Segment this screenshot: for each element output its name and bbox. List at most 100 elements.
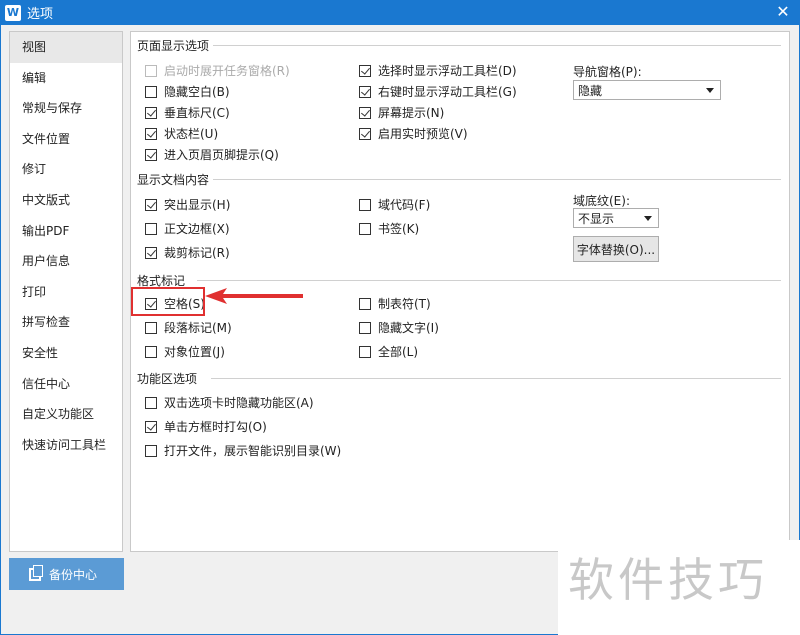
checkbox-box	[359, 127, 371, 140]
sidebar-item-spelling[interactable]: 拼写检查	[10, 307, 122, 338]
section-divider	[211, 179, 781, 180]
section-title-ribbon: 功能区选项	[137, 370, 202, 387]
nav-pane-select[interactable]: 隐藏	[573, 80, 721, 100]
checkbox-hide-whitespace[interactable]: 隐藏空白(B)	[145, 83, 230, 100]
checkbox-paragraph-marks[interactable]: 段落标记(M)	[145, 319, 232, 336]
sidebar-item-general-save[interactable]: 常规与保存	[10, 93, 122, 124]
checkbox-float-toolbar-select[interactable]: 选择时显示浮动工具栏(D)	[359, 62, 517, 79]
checkbox-label: 隐藏空白(B)	[164, 85, 230, 99]
wps-app-icon: W	[5, 4, 21, 21]
sidebar-item-file-location[interactable]: 文件位置	[10, 124, 122, 155]
checkbox-label: 右键时显示浮动工具栏(G)	[378, 85, 517, 99]
checkbox-status-bar[interactable]: 状态栏(U)	[145, 125, 218, 142]
sidebar-item-customize-ribbon[interactable]: 自定义功能区	[10, 399, 122, 430]
checkbox-vertical-ruler[interactable]: 垂直标尺(C)	[145, 104, 230, 121]
checkbox-live-preview[interactable]: 启用实时预览(V)	[359, 125, 468, 142]
checkbox-label: 隐藏文字(I)	[378, 321, 439, 335]
checkbox-label: 正文边框(X)	[164, 222, 230, 236]
checkbox-box	[145, 345, 157, 358]
checkbox-label: 状态栏(U)	[164, 127, 219, 141]
section-divider	[211, 378, 781, 379]
checkbox-label: 裁剪标记(R)	[164, 246, 230, 260]
checkbox-box	[359, 345, 371, 358]
checkbox-label: 启用实时预览(V)	[378, 127, 468, 141]
checkbox-box	[359, 106, 371, 119]
sidebar-item-chinese-layout[interactable]: 中文版式	[10, 185, 122, 216]
backup-center-button[interactable]: 备份中心	[9, 558, 124, 590]
annotation-highlight-box	[131, 287, 205, 316]
sidebar-item-trust-center[interactable]: 信任中心	[10, 369, 122, 400]
sidebar-item-quick-access[interactable]: 快速访问工具栏	[10, 430, 122, 461]
checkbox-label: 制表符(T)	[378, 297, 431, 311]
checkbox-box	[359, 198, 371, 211]
checkbox-field-codes[interactable]: 域代码(F)	[359, 196, 430, 213]
backup-icon	[29, 564, 43, 581]
checkbox-screen-tips[interactable]: 屏幕提示(N)	[359, 104, 444, 121]
field-shading-select[interactable]: 不显示	[573, 208, 659, 228]
checkbox-box	[359, 297, 371, 310]
section-title-doc-content: 显示文档内容	[137, 171, 214, 188]
checkbox-object-anchors[interactable]: 对象位置(J)	[145, 343, 225, 360]
watermark-text: 软件技巧	[568, 553, 768, 607]
checkbox-label: 打开文件，展示智能识别目录(W)	[164, 444, 342, 458]
checkbox-label: 书签(K)	[378, 222, 420, 236]
checkbox-box	[145, 127, 157, 140]
checkbox-box	[145, 148, 157, 161]
section-divider	[197, 280, 781, 281]
checkbox-header-footer-hint[interactable]: 进入页眉页脚提示(Q)	[145, 146, 279, 163]
checkbox-bookmarks[interactable]: 书签(K)	[359, 220, 419, 237]
font-substitution-button[interactable]: 字体替换(O)...	[573, 236, 659, 262]
checkbox-label: 全部(L)	[378, 345, 419, 359]
checkbox-label: 屏幕提示(N)	[378, 106, 445, 120]
checkbox-label: 对象位置(J)	[164, 345, 225, 359]
nav-pane-label: 导航窗格(P):	[573, 65, 642, 79]
section-title-page-display: 页面显示选项	[137, 37, 214, 54]
checkbox-label: 选择时显示浮动工具栏(D)	[378, 64, 517, 78]
checkbox-label: 进入页眉页脚提示(Q)	[164, 148, 279, 162]
close-icon[interactable]: ✕	[774, 3, 792, 21]
checkbox-box	[145, 321, 157, 334]
checkbox-expand-task-pane[interactable]: 启动时展开任务窗格(R)	[145, 62, 290, 79]
checkbox-label: 域代码(F)	[378, 198, 431, 212]
window-title: 选项	[27, 7, 54, 22]
checkbox-box	[145, 106, 157, 119]
annotation-arrow-icon	[205, 288, 303, 304]
chevron-down-icon	[644, 216, 652, 221]
checkbox-box	[145, 222, 157, 235]
checkbox-float-toolbar-rightclick[interactable]: 右键时显示浮动工具栏(G)	[359, 83, 517, 100]
checkbox-box	[359, 85, 371, 98]
checkbox-dblclick-hide-ribbon[interactable]: 双击选项卡时隐藏功能区(A)	[145, 394, 314, 411]
checkbox-box	[145, 198, 157, 211]
checkbox-tab-characters[interactable]: 制表符(T)	[359, 295, 431, 312]
checkbox-label: 段落标记(M)	[164, 321, 232, 335]
sidebar: 视图 编辑 常规与保存 文件位置 修订 中文版式 输出PDF 用户信息 打印 拼…	[9, 31, 123, 552]
checkbox-box	[359, 64, 371, 77]
checkbox-box	[145, 85, 157, 98]
sidebar-item-security[interactable]: 安全性	[10, 338, 122, 369]
nav-pane-value: 隐藏	[578, 83, 603, 98]
checkbox-box	[359, 222, 371, 235]
checkbox-click-box-check[interactable]: 单击方框时打勾(O)	[145, 418, 267, 435]
checkbox-text-boundaries[interactable]: 正文边框(X)	[145, 220, 230, 237]
sidebar-item-print[interactable]: 打印	[10, 277, 122, 308]
checkbox-hidden-text[interactable]: 隐藏文字(I)	[359, 319, 439, 336]
checkbox-box	[359, 321, 371, 334]
chevron-down-icon	[706, 88, 714, 93]
checkbox-highlight[interactable]: 突出显示(H)	[145, 196, 230, 213]
checkbox-box	[145, 444, 157, 457]
checkbox-smart-toc[interactable]: 打开文件，展示智能识别目录(W)	[145, 442, 341, 459]
field-shading-value: 不显示	[578, 211, 615, 226]
sidebar-item-user-info[interactable]: 用户信息	[10, 246, 122, 277]
checkbox-all-marks[interactable]: 全部(L)	[359, 343, 418, 360]
sidebar-item-edit[interactable]: 编辑	[10, 63, 122, 94]
title-bar: W 选项 ✕	[0, 0, 800, 25]
checkbox-label: 突出显示(H)	[164, 198, 231, 212]
checkbox-box	[145, 420, 157, 433]
backup-center-label: 备份中心	[49, 567, 98, 582]
sidebar-item-export-pdf[interactable]: 输出PDF	[10, 216, 122, 247]
checkbox-label: 启动时展开任务窗格(R)	[164, 64, 290, 78]
sidebar-item-view[interactable]: 视图	[10, 32, 122, 63]
checkbox-crop-marks[interactable]: 裁剪标记(R)	[145, 244, 230, 261]
sidebar-item-revision[interactable]: 修订	[10, 154, 122, 185]
checkbox-box	[145, 246, 157, 259]
